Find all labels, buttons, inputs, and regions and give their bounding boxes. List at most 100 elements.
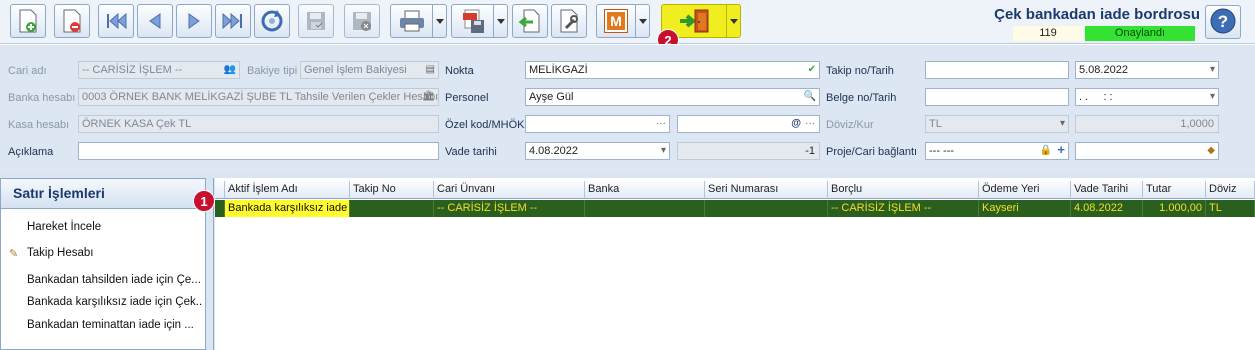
col-header-banka[interactable]: Banka <box>585 181 705 199</box>
action-teminattan-iade[interactable]: Bankadan teminattan iade için ... <box>27 319 203 331</box>
eraser-icon[interactable]: ◆ <box>1207 143 1215 159</box>
col-header-takip-no[interactable]: Takip No <box>350 181 434 199</box>
action-hareket-incele[interactable]: Hareket İncele <box>27 221 101 233</box>
cell-takip-no[interactable] <box>350 200 434 217</box>
cell-cari-unvani[interactable]: -- CARİSİZ İŞLEM -- <box>434 200 585 217</box>
col-header-cari-unvani[interactable]: Cari Ünvanı <box>434 181 585 199</box>
refresh-button[interactable] <box>254 4 290 38</box>
banka-hesabi-field[interactable]: 0003 ÖRNEK BANK MELİKGAZİ ŞUBE TL Tahsil… <box>78 88 439 106</box>
at-icon: @ <box>791 118 801 129</box>
lock-icon: 🔒 <box>1039 145 1052 156</box>
vade-tarihi-field[interactable]: 4.08.2022 ▾ <box>525 142 670 160</box>
pdf-dropdown[interactable] <box>494 4 508 38</box>
nokta-field[interactable]: MELİKGAZİ ✔ <box>525 61 820 79</box>
m-button[interactable]: M <box>596 4 636 38</box>
personel-field[interactable]: Ayşe Gül 🔍 <box>525 88 820 106</box>
add-icon[interactable]: + <box>1057 143 1065 158</box>
first-record-icon <box>104 11 128 31</box>
belge-label: Belge no/Tarih <box>826 92 897 104</box>
print-button[interactable] <box>390 4 433 38</box>
settings-icon <box>557 8 581 34</box>
doviz-value: TL <box>929 118 942 130</box>
list-icon: ▤ <box>425 64 435 75</box>
doviz-label: Döviz/Kur <box>826 119 874 131</box>
bakiye-tipi-value: Genel İşlem Bakiyesi <box>304 64 407 76</box>
col-header-aktif-islem[interactable]: Aktif İşlem Adı <box>225 181 350 199</box>
doviz-field[interactable]: TL ▾ <box>925 115 1069 133</box>
takip-tarih-field[interactable]: 5.08.2022 ▾ <box>1075 61 1219 79</box>
chevron-down-icon <box>638 15 647 27</box>
cancel-save-icon <box>351 10 373 32</box>
refresh-icon <box>259 8 285 34</box>
col-header-doviz[interactable]: Döviz <box>1206 181 1255 199</box>
cell-seri-numarasi[interactable] <box>705 200 828 217</box>
cancel-save-button[interactable] <box>344 4 380 38</box>
col-header-odeme-yeri[interactable]: Ödeme Yeri <box>979 181 1071 199</box>
col-header-borclu[interactable]: Borçlu <box>828 181 979 199</box>
ozel-kod-field[interactable]: ··· <box>525 115 670 133</box>
aciklama-field[interactable] <box>78 142 439 160</box>
print-dropdown[interactable] <box>433 4 447 38</box>
action-takip-hesabi[interactable]: Takip Hesabı <box>27 247 93 259</box>
new-button[interactable] <box>10 4 46 38</box>
prev-record-button[interactable] <box>137 4 173 38</box>
ellipsis-icon[interactable]: ··· <box>805 116 815 132</box>
proje-label: Proje/Cari bağlantı <box>826 146 918 158</box>
nokta-value: MELİKGAZİ <box>529 64 588 76</box>
header-form: Cari adı -- CARİSİZ İŞLEM -- 👥 Bakiye tip… <box>0 44 1255 174</box>
cell-tutar[interactable]: 1.000,00 <box>1143 200 1206 217</box>
delete-button[interactable] <box>54 4 90 38</box>
exit-dropdown[interactable] <box>727 4 741 38</box>
pdf-button[interactable] <box>451 4 494 38</box>
chevron-down-icon[interactable]: ▾ <box>1210 89 1215 105</box>
m-dropdown[interactable] <box>636 4 650 38</box>
settings-button[interactable] <box>551 4 587 38</box>
kasa-hesabi-label: Kasa hesabı <box>8 119 70 131</box>
vade-tarihi-label: Vade tarihi <box>445 146 497 158</box>
takip-no-field[interactable] <box>925 61 1069 79</box>
ozel-kod-label: Özel kod/MHÖK <box>445 119 525 131</box>
banka-hesabi-label: Banka hesabı <box>8 92 76 104</box>
import-button[interactable] <box>512 4 548 38</box>
cell-banka[interactable] <box>585 200 705 217</box>
chevron-down-icon: ▾ <box>1059 118 1065 129</box>
save-button[interactable] <box>298 4 334 38</box>
cell-vade-tarihi[interactable]: 4.08.2022 <box>1071 200 1143 217</box>
proje-field[interactable]: --- --- 🔒 + <box>925 142 1069 160</box>
cell-doviz[interactable]: TL <box>1206 200 1255 217</box>
belge-tarih-value: . . : : <box>1079 91 1113 103</box>
belge-no-field[interactable] <box>925 88 1069 106</box>
cari-baglanti-field[interactable]: ◆ <box>1075 142 1219 160</box>
cell-borclu[interactable]: -- CARİSİZ İŞLEM -- <box>828 200 979 217</box>
bakiye-tipi-label: Bakiye tipi <box>247 65 298 77</box>
cell-odeme-yeri[interactable]: Kayseri <box>979 200 1071 217</box>
bakiye-tipi-field[interactable]: Genel İşlem Bakiyesi ▤ <box>300 61 439 79</box>
kasa-hesabi-field[interactable]: ÖRNEK KASA Çek TL <box>78 115 439 133</box>
action-tahsilden-iade[interactable]: Bankadan tahsilden iade için Çe... <box>27 274 203 286</box>
chevron-down-icon[interactable]: ▾ <box>1210 62 1215 78</box>
mhok-field[interactable]: @ ··· <box>677 115 820 133</box>
aciklama-label: Açıklama <box>8 146 54 158</box>
last-record-button[interactable] <box>215 4 251 38</box>
svg-text:?: ? <box>1218 12 1228 31</box>
help-button[interactable]: ? <box>1205 5 1241 39</box>
cari-adi-field[interactable]: -- CARİSİZ İŞLEM -- 👥 <box>78 61 240 79</box>
belge-tarih-field[interactable]: . . : : ▾ <box>1075 88 1219 106</box>
col-header-tutar[interactable]: Tutar <box>1143 181 1206 199</box>
first-record-button[interactable] <box>98 4 134 38</box>
last-record-icon <box>221 11 245 31</box>
banka-hesabi-value: 0003 ÖRNEK BANK MELİKGAZİ ŞUBE TL Tahsil… <box>82 91 439 103</box>
toolbar: M Çek bankadan iade bordrosu 119 Onaylan… <box>0 0 1255 44</box>
col-header-seri-numarasi[interactable]: Seri Numarası <box>705 181 828 199</box>
takip-tarih-value: 5.08.2022 <box>1079 64 1128 76</box>
col-header-vade-tarihi[interactable]: Vade Tarihi <box>1071 181 1143 199</box>
action-karsiliksiz-iade[interactable]: Bankada karşılıksız iade için Çek... <box>27 296 203 308</box>
chevron-down-icon[interactable]: ▾ <box>661 143 666 159</box>
ellipsis-icon[interactable]: ··· <box>656 116 666 132</box>
row-indicator[interactable] <box>215 200 225 217</box>
grid-indicator-header <box>215 181 225 199</box>
person-search-icon: 🔍 <box>803 91 816 102</box>
cell-aktif-islem[interactable]: Bankada karşılıksız iade <box>225 200 350 217</box>
next-record-button[interactable] <box>176 4 212 38</box>
check-icon: ✔ <box>807 64 816 75</box>
